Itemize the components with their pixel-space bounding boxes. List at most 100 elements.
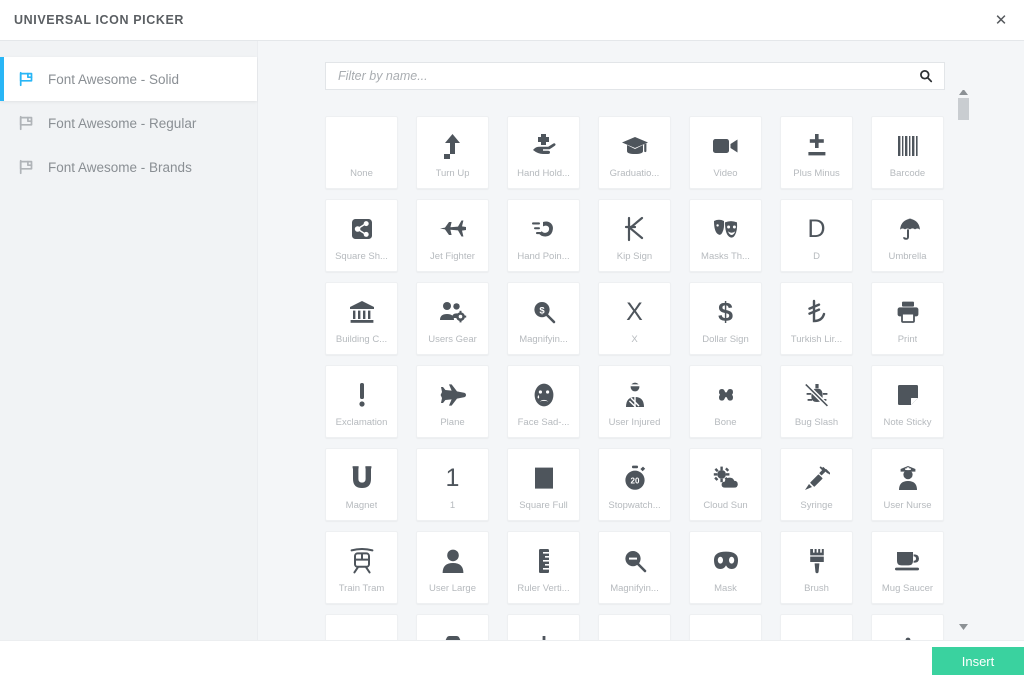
insert-button[interactable]: Insert <box>932 647 1024 675</box>
search-icon[interactable] <box>918 68 934 84</box>
icon-card[interactable] <box>871 614 944 640</box>
icon-card[interactable]: User Nurse <box>871 448 944 521</box>
icon-label: User Injured <box>608 417 661 428</box>
flag-icon <box>16 112 38 134</box>
icon-card[interactable]: Square Sh... <box>325 199 398 272</box>
icon-card[interactable]: Ruler Verti... <box>507 531 580 604</box>
icon-card[interactable]: User Injured <box>598 365 671 438</box>
icon-card[interactable]: Turn Up <box>416 116 489 189</box>
icon-card[interactable]: Graduatio... <box>598 116 671 189</box>
chevron-up-icon[interactable] <box>957 90 970 98</box>
hand-holding-medical-icon <box>531 131 557 161</box>
scroll-thumb[interactable] <box>958 98 969 120</box>
icon-label: Turn Up <box>435 168 470 179</box>
icon-label: Train Tram <box>338 583 385 594</box>
icon-card[interactable]: Kip Sign <box>598 199 671 272</box>
grid-scrollbar[interactable] <box>957 90 970 640</box>
icon-card[interactable] <box>325 614 398 640</box>
close-icon[interactable]: ✕ <box>986 5 1016 35</box>
jet-fighter-icon <box>439 214 467 244</box>
icon-card[interactable]: Bug Slash <box>780 365 853 438</box>
icon-card[interactable]: Mask <box>689 531 762 604</box>
icon-label: Bone <box>714 417 737 428</box>
icon-label: Plane <box>440 417 465 428</box>
icon-card[interactable]: Hand Poin... <box>507 199 580 272</box>
icon-card[interactable]: D D <box>780 199 853 272</box>
turn-up-icon <box>442 131 464 161</box>
mask-icon <box>712 546 740 576</box>
icon-card[interactable] <box>598 614 671 640</box>
icon-card[interactable]: Video <box>689 116 762 189</box>
icon-card[interactable]: User Large <box>416 531 489 604</box>
icon-label: Turkish Lir... <box>790 334 843 345</box>
icon-grid-region: None Turn Up Hand Hold... Graduatio... V… <box>258 90 1024 640</box>
icon-label: Umbrella <box>888 251 927 262</box>
icon-label: Cloud Sun <box>703 500 748 511</box>
icon-card[interactable]: Jet Fighter <box>416 199 489 272</box>
icon-card[interactable]: Users Gear <box>416 282 489 355</box>
icon-card[interactable] <box>689 614 762 640</box>
icon-card[interactable]: Face Sad-... <box>507 365 580 438</box>
icon-card[interactable]: Barcode <box>871 116 944 189</box>
bug-slash-icon <box>803 380 830 410</box>
svg-text:20: 20 <box>630 476 639 485</box>
sidebar-item-font-awesome-solid[interactable]: Font Awesome - Solid <box>0 57 257 101</box>
icon-label: Magnet <box>345 500 378 511</box>
sidebar: Font Awesome - Solid Font Awesome - Regu… <box>0 41 258 640</box>
icon-card[interactable]: None <box>325 116 398 189</box>
icon-card[interactable]: Plus Minus <box>780 116 853 189</box>
icon-card[interactable]: Mug Saucer <box>871 531 944 604</box>
icon-label: X <box>631 334 638 345</box>
icon-card[interactable] <box>780 614 853 640</box>
icon-card[interactable]: Syringe <box>780 448 853 521</box>
icon-label: Brush <box>804 583 829 594</box>
icon-card[interactable]: Square Full <box>507 448 580 521</box>
icon-card[interactable]: Magnet <box>325 448 398 521</box>
icon-card[interactable]: Turkish Lir... <box>780 282 853 355</box>
chevron-down-icon[interactable] <box>957 621 970 633</box>
main-panel: None Turn Up <box>258 41 1024 640</box>
sidebar-item-font-awesome-regular[interactable]: Font Awesome - Regular <box>0 101 257 145</box>
masks-theater-icon <box>712 214 740 244</box>
icon-card[interactable]: Bone <box>689 365 762 438</box>
icon-label: Kip Sign <box>616 251 653 262</box>
search-field-wrapper <box>325 62 945 90</box>
icon-label: Building C... <box>335 334 388 345</box>
icon-card[interactable]: Note Sticky <box>871 365 944 438</box>
icon-label: D <box>813 251 820 262</box>
sidebar-item-font-awesome-brands[interactable]: Font Awesome - Brands <box>0 145 257 189</box>
sidebar-item-label: Font Awesome - Regular <box>48 115 197 131</box>
icon-card[interactable]: Building C... <box>325 282 398 355</box>
icon-card[interactable]: Cloud Sun <box>689 448 762 521</box>
icon-card[interactable]: Masks Th... <box>689 199 762 272</box>
cloud-sun-icon <box>712 463 740 493</box>
icon-card[interactable]: X X <box>598 282 671 355</box>
icon-card[interactable]: Plane <box>416 365 489 438</box>
icon-card[interactable]: $ Dollar Sign <box>689 282 762 355</box>
magnet-icon <box>351 463 373 493</box>
dome-icon <box>623 629 647 640</box>
icon-card[interactable]: Brush <box>780 531 853 604</box>
icon-card[interactable] <box>507 614 580 640</box>
sidebar-item-label: Font Awesome - Brands <box>48 159 192 175</box>
icon-card[interactable]: Magnifyin... <box>598 531 671 604</box>
icon-card[interactable]: Exclamation <box>325 365 398 438</box>
icon-card[interactable]: 1 1 <box>416 448 489 521</box>
icon-card[interactable]: Hand Hold... <box>507 116 580 189</box>
icon-card[interactable]: Umbrella <box>871 199 944 272</box>
icon-label: Face Sad-... <box>517 417 570 428</box>
umbrella-icon <box>895 214 921 244</box>
icon-label: Magnifyin... <box>610 583 659 594</box>
svg-text:$: $ <box>539 306 545 317</box>
icon-card[interactable]: Train Tram <box>325 531 398 604</box>
icon-card[interactable] <box>416 614 489 640</box>
kip-sign-icon <box>624 214 646 244</box>
icon-card[interactable]: 20 Stopwatch... <box>598 448 671 521</box>
icon-label: None <box>350 168 373 179</box>
video-icon <box>712 131 739 161</box>
search-input[interactable] <box>326 63 944 89</box>
icon-card[interactable]: $ Magnifyin... <box>507 282 580 355</box>
mug-saucer-icon <box>894 546 922 576</box>
icon-label: Stopwatch... <box>608 500 661 511</box>
icon-card[interactable]: Print <box>871 282 944 355</box>
